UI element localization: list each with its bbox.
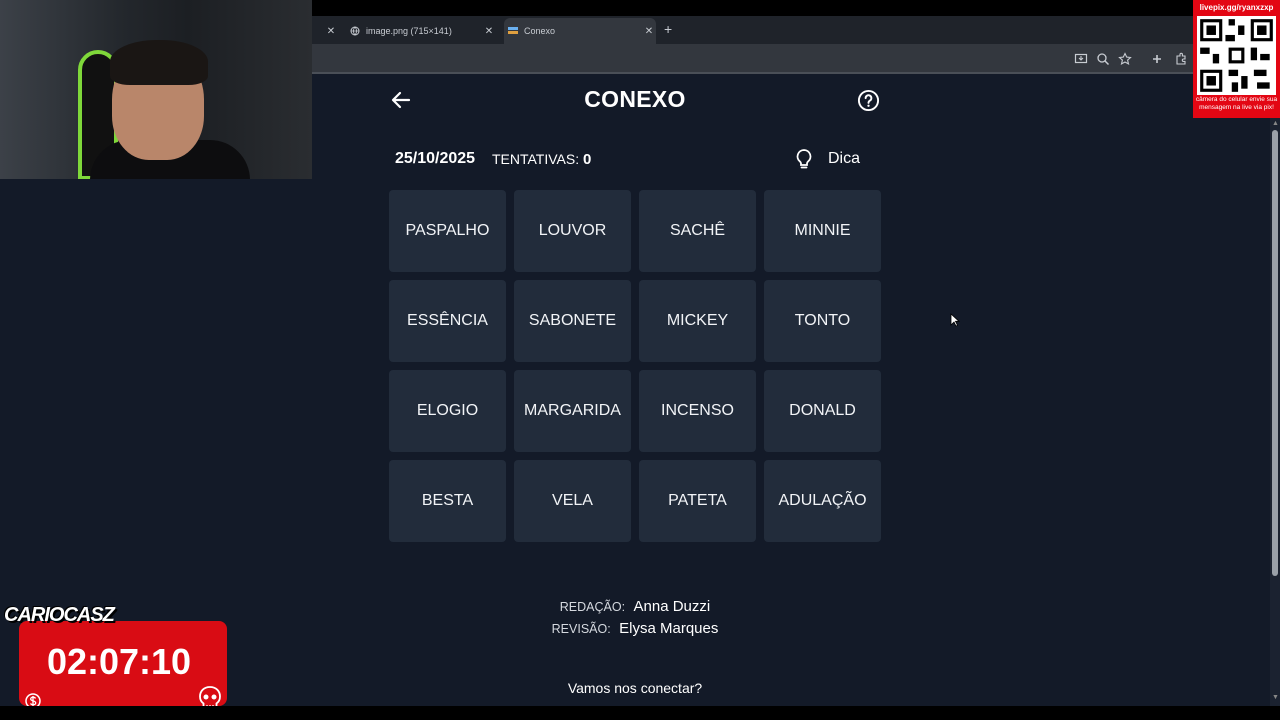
zoom-icon[interactable] (1096, 52, 1110, 66)
mouse-cursor-icon (950, 313, 960, 327)
browser-tab-conexo[interactable]: Conexo ✕ (504, 18, 656, 44)
credit-role: REVISÃO: (551, 622, 611, 636)
word-tile[interactable]: DONALD (764, 370, 881, 452)
word-tile[interactable]: ELOGIO (389, 370, 506, 452)
browser-tab-partial[interactable]: ✕ (312, 18, 342, 44)
webcam-overlay (0, 0, 312, 179)
bookmark-star-icon[interactable] (1118, 52, 1132, 66)
hint-button[interactable]: Dica (794, 146, 884, 172)
word-tile[interactable]: LOUVOR (514, 190, 631, 272)
scroll-up-icon[interactable]: ▲ (1272, 120, 1279, 127)
attempts-count: 0 (583, 151, 592, 168)
donation-qr-overlay: livepix.gg/ryanxzxp câmera do celular en… (1193, 0, 1280, 118)
close-icon[interactable]: ✕ (482, 26, 496, 37)
puzzle-icon[interactable] (1174, 52, 1188, 66)
credit-review: REVISÃO: Elysa Marques (400, 620, 870, 638)
word-tile[interactable]: TONTO (764, 280, 881, 362)
install-app-icon[interactable] (1074, 52, 1088, 66)
scrollbar-thumb[interactable] (1272, 130, 1278, 576)
close-icon[interactable]: ✕ (324, 26, 338, 37)
word-tile[interactable]: ESSÊNCIA (389, 280, 506, 362)
hint-label: Dica (828, 150, 861, 167)
webcam-person-hair (110, 40, 208, 85)
word-tile[interactable]: SABONETE (514, 280, 631, 362)
word-tile[interactable]: BESTA (389, 460, 506, 542)
address-bar (312, 44, 1280, 74)
tab-title: image.png (715×141) (366, 26, 452, 36)
word-tile[interactable]: MICKEY (639, 280, 756, 362)
game-date: 25/10/2025 (395, 150, 476, 167)
close-icon[interactable]: ✕ (642, 26, 656, 37)
timer-brand: CARIOCASZ (4, 604, 115, 626)
extension-icon[interactable] (1150, 52, 1164, 66)
attempts-counter: TENTATIVAS: 0 (492, 151, 591, 168)
tab-title: Conexo (524, 26, 556, 36)
qr-url: livepix.gg/ryanxzxp (1199, 3, 1274, 12)
word-tile[interactable]: PATETA (639, 460, 756, 542)
help-icon[interactable] (857, 89, 880, 112)
word-tile[interactable]: VELA (514, 460, 631, 542)
word-tile[interactable]: INCENSO (639, 370, 756, 452)
word-tile[interactable]: MINNIE (764, 190, 881, 272)
back-arrow-icon[interactable] (390, 89, 412, 111)
word-tile[interactable]: SACHÊ (639, 190, 756, 272)
credit-writing: REDAÇÃO: Anna Duzzi (400, 598, 870, 616)
page-title: CONEXO (584, 86, 686, 112)
browser-tab-image[interactable]: image.png (715×141) ✕ (346, 18, 496, 44)
credit-name: Elysa Marques (619, 620, 719, 637)
qr-code-icon (1197, 16, 1276, 95)
word-tile[interactable]: MARGARIDA (514, 370, 631, 452)
word-grid: PASPALHO LOUVOR SACHÊ MINNIE ESSÊNCIA SA… (389, 190, 882, 542)
word-tile[interactable]: ADULAÇÃO (764, 460, 881, 542)
conexo-favicon-icon (508, 27, 518, 34)
credit-name: Anna Duzzi (633, 598, 711, 615)
tab-bar: ✕ image.png (715×141) ✕ Conexo ✕ + (312, 16, 1280, 44)
qr-caption: câmera do celular envie sua mensagem na … (1195, 96, 1278, 111)
credit-role: REDAÇÃO: (559, 600, 626, 614)
new-tab-icon[interactable]: + (664, 21, 672, 37)
word-tile[interactable]: PASPALHO (389, 190, 506, 272)
connect-heading: Vamos nos conectar? (567, 680, 703, 696)
globe-icon (350, 26, 360, 36)
lightbulb-icon (796, 149, 812, 169)
timer-value: 02:07:10 (46, 641, 192, 682)
scroll-down-icon[interactable]: ▼ (1272, 694, 1279, 701)
attempts-label: TENTATIVAS: (492, 151, 580, 167)
bottom-strip (0, 706, 1280, 720)
